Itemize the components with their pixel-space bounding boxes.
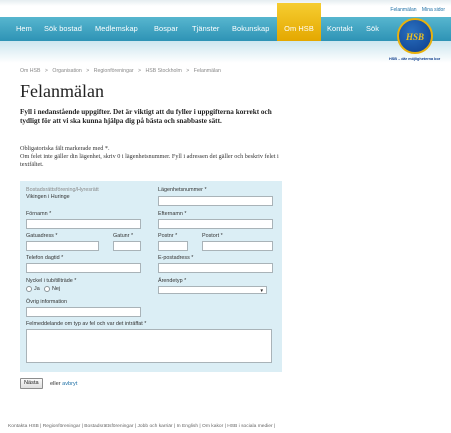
breadcrumb-regionforeningar[interactable]: Regionföreningar	[94, 68, 134, 74]
firstname-label: Förnamn *	[26, 211, 52, 217]
footer-sep: |	[40, 424, 42, 429]
footer-sep: |	[134, 424, 137, 429]
footer-sep: |	[81, 424, 83, 429]
footer-sep: |	[274, 424, 276, 429]
top-bar	[0, 0, 451, 6]
toplink-mina-sidor[interactable]: Mina sidor	[422, 7, 445, 13]
next-button[interactable]: Nästa	[20, 378, 43, 389]
key-no-label: Nej	[52, 286, 61, 292]
note-required: Obligatoriska fält markerade med *.	[20, 145, 110, 152]
zip-label: Postnr *	[158, 233, 178, 239]
main-nav: Hem Sök bostad Medlemskap Bospar Tjänste…	[0, 3, 451, 41]
footer-link-english[interactable]: In English	[177, 424, 198, 429]
key-yes-label: Ja	[34, 286, 40, 292]
breadcrumb-sep: >	[86, 68, 90, 74]
logo-text: HSB	[405, 32, 424, 42]
nav-strip	[0, 41, 451, 63]
breadcrumb-current: Felanmälan	[193, 68, 221, 74]
or-cancel: eller avbryt	[50, 381, 77, 387]
note-apartment: Om felet inte gäller din lägenhet, skriv…	[20, 153, 279, 168]
nav-item-bospar[interactable]: Bospar	[154, 17, 178, 41]
phone-label: Telefon dagtid *	[26, 255, 64, 261]
breadcrumb-sep: >	[138, 68, 142, 74]
nav-item-medlemskap[interactable]: Medlemskap	[95, 17, 138, 41]
footer-sep: |	[199, 424, 201, 429]
zip-input[interactable]	[158, 241, 188, 251]
chevron-down-icon: ▼	[259, 288, 264, 293]
apartment-label: Lägenhetsnummer *	[158, 187, 207, 193]
nav-item-bokunskap[interactable]: Bokunskap	[232, 17, 269, 41]
breadcrumb-hsb-stockholm[interactable]: HSB Stockholm	[146, 68, 182, 74]
breadcrumb-sep: >	[44, 68, 48, 74]
or-text: eller	[50, 381, 61, 387]
errand-label: Ärendetyp *	[158, 278, 187, 284]
streetno-label: Gatunr *	[113, 233, 134, 239]
email-input[interactable]	[158, 263, 273, 273]
page-title: Felanmälan	[20, 81, 104, 101]
key-label: Nyckel i tub/tillträde *	[26, 278, 77, 284]
key-yes-radio[interactable]	[26, 286, 32, 292]
nav-item-om-hsb[interactable]: Om HSB	[277, 3, 321, 41]
city-input[interactable]	[202, 241, 273, 251]
hsb-logo[interactable]: HSB	[397, 18, 433, 54]
footer-sep: |	[224, 424, 226, 429]
breadcrumb: Om HSB > Organisation > Regionföreningar…	[20, 68, 224, 74]
streetno-input[interactable]	[113, 241, 141, 251]
errand-select[interactable]: ▼	[158, 286, 267, 294]
street-label: Gatuadress *	[26, 233, 58, 239]
key-no-radio[interactable]	[44, 286, 50, 292]
brf-value: Vikingen i Huringe	[26, 194, 70, 200]
breadcrumb-sep: >	[186, 68, 190, 74]
footer-link-jobb[interactable]: Jobb och karriär	[137, 424, 172, 429]
apartment-input[interactable]	[158, 196, 273, 206]
email-label: E-postadress *	[158, 255, 194, 261]
other-input[interactable]	[26, 307, 141, 317]
description-label: Felmeddelande om typ av fel och var det …	[26, 321, 147, 327]
breadcrumb-organisation[interactable]: Organisation	[52, 68, 81, 74]
nav-item-sok-bostad[interactable]: Sök bostad	[44, 17, 82, 41]
fault-report-form: Bostadsrättsförening/Hyresrätt Vikingen …	[20, 181, 282, 372]
footer-link-social[interactable]: HSB i sociala medier	[227, 424, 272, 429]
nav-item-hem[interactable]: Hem	[16, 17, 32, 41]
nav-item-tjanster[interactable]: Tjänster	[192, 17, 220, 41]
firstname-input[interactable]	[26, 219, 141, 229]
cancel-link[interactable]: avbryt	[62, 381, 77, 387]
breadcrumb-om-hsb[interactable]: Om HSB	[20, 68, 40, 74]
street-input[interactable]	[26, 241, 99, 251]
phone-input[interactable]	[26, 263, 141, 273]
footer-sep: |	[173, 424, 176, 429]
form-note: Obligatoriska fält markerade med *. Om f…	[20, 145, 290, 169]
footer-link-kontakta[interactable]: Kontakta HSB	[8, 424, 39, 429]
top-links: Felanmälan Mina sidor	[386, 7, 445, 13]
other-label: Övrig information	[26, 299, 68, 305]
nav-item-kontakt[interactable]: Kontakt	[327, 17, 353, 41]
lastname-input[interactable]	[158, 219, 273, 229]
brf-label: Bostadsrättsförening/Hyresrätt	[26, 187, 99, 193]
footer-link-regionforeningar[interactable]: Regionföreningar	[43, 424, 81, 429]
toplink-felanmalan[interactable]: Felanmälan	[390, 7, 416, 13]
footer-link-kakor[interactable]: Om kakor	[202, 424, 223, 429]
logo-tagline: HSB – där möjligheterna bor	[389, 57, 441, 61]
footer-links: Kontakta HSB | Regionföreningar | Bostad…	[8, 424, 275, 429]
lastname-label: Efternamn *	[158, 211, 187, 217]
intro-text: Fyll i nedanstående uppgifter. Det är vi…	[20, 108, 272, 126]
nav-item-sok[interactable]: Sök	[366, 17, 379, 41]
city-label: Postort *	[202, 233, 223, 239]
footer-link-bostadsrattsforeningar[interactable]: Bostadsrättsföreningar	[84, 424, 133, 429]
description-textarea[interactable]	[26, 329, 272, 363]
